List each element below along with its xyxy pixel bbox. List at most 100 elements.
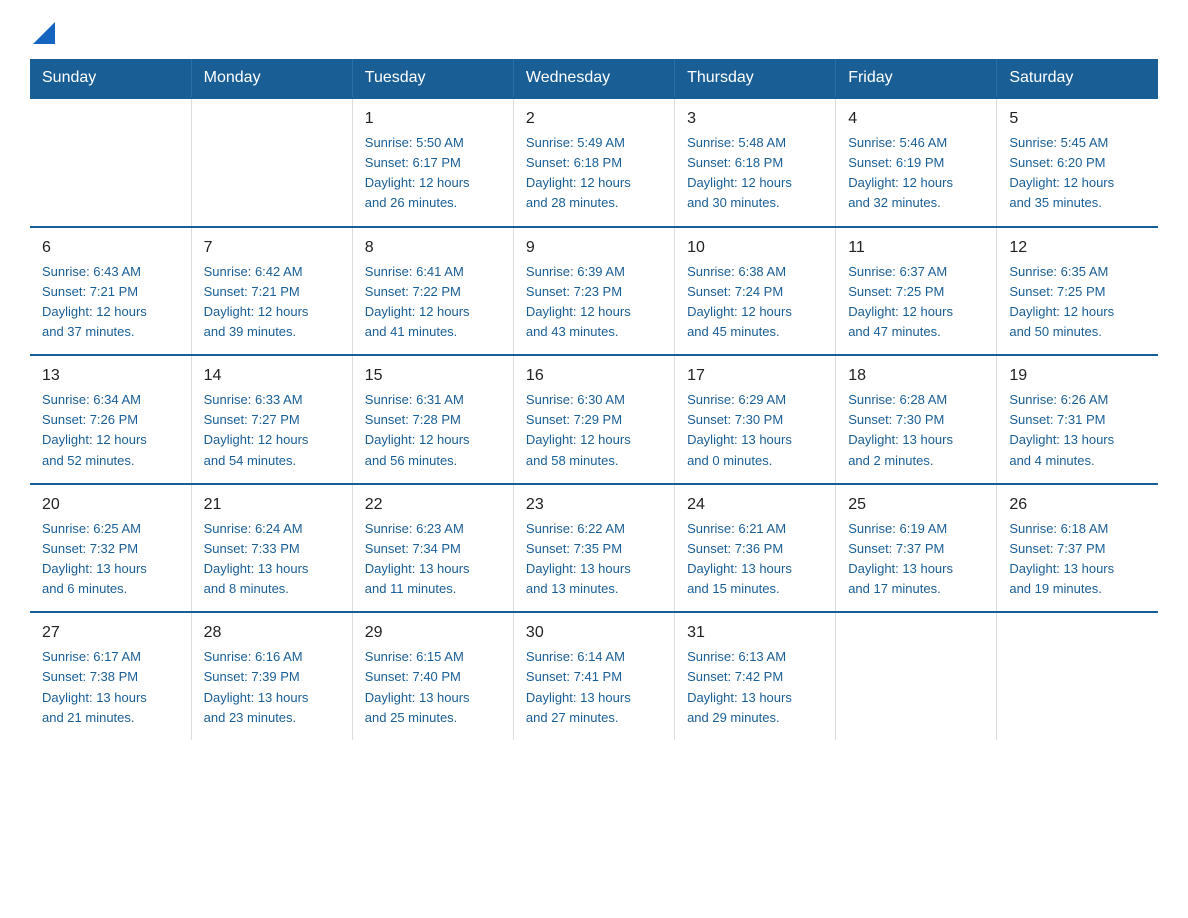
day-number: 16 — [526, 364, 662, 388]
calendar-cell: 22Sunrise: 6:23 AMSunset: 7:34 PMDayligh… — [352, 484, 513, 613]
calendar-cell: 26Sunrise: 6:18 AMSunset: 7:37 PMDayligh… — [997, 484, 1158, 613]
day-number: 5 — [1009, 107, 1146, 131]
day-number: 30 — [526, 621, 662, 645]
week-row-4: 20Sunrise: 6:25 AMSunset: 7:32 PMDayligh… — [30, 484, 1158, 613]
week-row-2: 6Sunrise: 6:43 AMSunset: 7:21 PMDaylight… — [30, 227, 1158, 356]
calendar-cell: 19Sunrise: 6:26 AMSunset: 7:31 PMDayligh… — [997, 355, 1158, 484]
day-info: Sunrise: 6:13 AMSunset: 7:42 PMDaylight:… — [687, 647, 823, 728]
col-header-thursday: Thursday — [675, 59, 836, 98]
calendar-body: 1Sunrise: 5:50 AMSunset: 6:17 PMDaylight… — [30, 98, 1158, 740]
day-info: Sunrise: 6:23 AMSunset: 7:34 PMDaylight:… — [365, 519, 501, 600]
day-info: Sunrise: 6:21 AMSunset: 7:36 PMDaylight:… — [687, 519, 823, 600]
calendar-cell: 12Sunrise: 6:35 AMSunset: 7:25 PMDayligh… — [997, 227, 1158, 356]
calendar-cell — [191, 98, 352, 227]
calendar-cell: 28Sunrise: 6:16 AMSunset: 7:39 PMDayligh… — [191, 612, 352, 740]
calendar-cell: 17Sunrise: 6:29 AMSunset: 7:30 PMDayligh… — [675, 355, 836, 484]
day-info: Sunrise: 6:25 AMSunset: 7:32 PMDaylight:… — [42, 519, 179, 600]
calendar-cell — [836, 612, 997, 740]
calendar-cell: 9Sunrise: 6:39 AMSunset: 7:23 PMDaylight… — [513, 227, 674, 356]
week-row-5: 27Sunrise: 6:17 AMSunset: 7:38 PMDayligh… — [30, 612, 1158, 740]
calendar-header: SundayMondayTuesdayWednesdayThursdayFrid… — [30, 59, 1158, 98]
day-info: Sunrise: 6:19 AMSunset: 7:37 PMDaylight:… — [848, 519, 984, 600]
calendar-cell: 18Sunrise: 6:28 AMSunset: 7:30 PMDayligh… — [836, 355, 997, 484]
day-info: Sunrise: 5:50 AMSunset: 6:17 PMDaylight:… — [365, 133, 501, 214]
day-info: Sunrise: 5:49 AMSunset: 6:18 PMDaylight:… — [526, 133, 662, 214]
day-info: Sunrise: 6:31 AMSunset: 7:28 PMDaylight:… — [365, 390, 501, 471]
calendar-cell: 8Sunrise: 6:41 AMSunset: 7:22 PMDaylight… — [352, 227, 513, 356]
day-info: Sunrise: 6:38 AMSunset: 7:24 PMDaylight:… — [687, 262, 823, 343]
logo-triangle-icon — [33, 22, 55, 44]
calendar-cell: 1Sunrise: 5:50 AMSunset: 6:17 PMDaylight… — [352, 98, 513, 227]
calendar-cell: 27Sunrise: 6:17 AMSunset: 7:38 PMDayligh… — [30, 612, 191, 740]
day-info: Sunrise: 6:41 AMSunset: 7:22 PMDaylight:… — [365, 262, 501, 343]
day-number: 4 — [848, 107, 984, 131]
day-info: Sunrise: 6:28 AMSunset: 7:30 PMDaylight:… — [848, 390, 984, 471]
calendar-cell: 21Sunrise: 6:24 AMSunset: 7:33 PMDayligh… — [191, 484, 352, 613]
day-info: Sunrise: 6:30 AMSunset: 7:29 PMDaylight:… — [526, 390, 662, 471]
header — [30, 20, 1158, 49]
day-number: 9 — [526, 236, 662, 260]
day-info: Sunrise: 6:15 AMSunset: 7:40 PMDaylight:… — [365, 647, 501, 728]
day-number: 12 — [1009, 236, 1146, 260]
calendar-cell: 4Sunrise: 5:46 AMSunset: 6:19 PMDaylight… — [836, 98, 997, 227]
day-info: Sunrise: 6:16 AMSunset: 7:39 PMDaylight:… — [204, 647, 340, 728]
day-info: Sunrise: 6:26 AMSunset: 7:31 PMDaylight:… — [1009, 390, 1146, 471]
day-number: 1 — [365, 107, 501, 131]
day-number: 14 — [204, 364, 340, 388]
calendar-cell: 10Sunrise: 6:38 AMSunset: 7:24 PMDayligh… — [675, 227, 836, 356]
calendar-cell: 3Sunrise: 5:48 AMSunset: 6:18 PMDaylight… — [675, 98, 836, 227]
day-number: 17 — [687, 364, 823, 388]
day-number: 28 — [204, 621, 340, 645]
day-number: 20 — [42, 493, 179, 517]
day-number: 10 — [687, 236, 823, 260]
calendar-cell: 7Sunrise: 6:42 AMSunset: 7:21 PMDaylight… — [191, 227, 352, 356]
calendar-cell: 13Sunrise: 6:34 AMSunset: 7:26 PMDayligh… — [30, 355, 191, 484]
calendar-cell: 2Sunrise: 5:49 AMSunset: 6:18 PMDaylight… — [513, 98, 674, 227]
col-header-friday: Friday — [836, 59, 997, 98]
day-number: 31 — [687, 621, 823, 645]
calendar-table: SundayMondayTuesdayWednesdayThursdayFrid… — [30, 59, 1158, 740]
day-number: 13 — [42, 364, 179, 388]
day-info: Sunrise: 6:39 AMSunset: 7:23 PMDaylight:… — [526, 262, 662, 343]
day-number: 24 — [687, 493, 823, 517]
col-header-wednesday: Wednesday — [513, 59, 674, 98]
day-info: Sunrise: 6:37 AMSunset: 7:25 PMDaylight:… — [848, 262, 984, 343]
day-headers-row: SundayMondayTuesdayWednesdayThursdayFrid… — [30, 59, 1158, 98]
col-header-tuesday: Tuesday — [352, 59, 513, 98]
calendar-cell: 24Sunrise: 6:21 AMSunset: 7:36 PMDayligh… — [675, 484, 836, 613]
day-number: 18 — [848, 364, 984, 388]
day-number: 27 — [42, 621, 179, 645]
day-info: Sunrise: 6:22 AMSunset: 7:35 PMDaylight:… — [526, 519, 662, 600]
col-header-saturday: Saturday — [997, 59, 1158, 98]
day-number: 3 — [687, 107, 823, 131]
day-info: Sunrise: 6:18 AMSunset: 7:37 PMDaylight:… — [1009, 519, 1146, 600]
day-info: Sunrise: 6:33 AMSunset: 7:27 PMDaylight:… — [204, 390, 340, 471]
calendar-cell — [997, 612, 1158, 740]
calendar-cell: 6Sunrise: 6:43 AMSunset: 7:21 PMDaylight… — [30, 227, 191, 356]
calendar-cell: 20Sunrise: 6:25 AMSunset: 7:32 PMDayligh… — [30, 484, 191, 613]
day-info: Sunrise: 6:24 AMSunset: 7:33 PMDaylight:… — [204, 519, 340, 600]
day-number: 6 — [42, 236, 179, 260]
day-number: 2 — [526, 107, 662, 131]
day-number: 19 — [1009, 364, 1146, 388]
day-number: 22 — [365, 493, 501, 517]
day-number: 7 — [204, 236, 340, 260]
col-header-monday: Monday — [191, 59, 352, 98]
day-info: Sunrise: 6:17 AMSunset: 7:38 PMDaylight:… — [42, 647, 179, 728]
calendar-cell: 25Sunrise: 6:19 AMSunset: 7:37 PMDayligh… — [836, 484, 997, 613]
calendar-cell: 30Sunrise: 6:14 AMSunset: 7:41 PMDayligh… — [513, 612, 674, 740]
day-number: 26 — [1009, 493, 1146, 517]
day-number: 15 — [365, 364, 501, 388]
calendar-cell: 5Sunrise: 5:45 AMSunset: 6:20 PMDaylight… — [997, 98, 1158, 227]
day-info: Sunrise: 6:34 AMSunset: 7:26 PMDaylight:… — [42, 390, 179, 471]
day-info: Sunrise: 6:35 AMSunset: 7:25 PMDaylight:… — [1009, 262, 1146, 343]
day-number: 21 — [204, 493, 340, 517]
day-info: Sunrise: 6:29 AMSunset: 7:30 PMDaylight:… — [687, 390, 823, 471]
calendar-cell — [30, 98, 191, 227]
calendar-cell: 11Sunrise: 6:37 AMSunset: 7:25 PMDayligh… — [836, 227, 997, 356]
calendar-cell: 16Sunrise: 6:30 AMSunset: 7:29 PMDayligh… — [513, 355, 674, 484]
day-number: 29 — [365, 621, 501, 645]
day-info: Sunrise: 6:14 AMSunset: 7:41 PMDaylight:… — [526, 647, 662, 728]
calendar-cell: 29Sunrise: 6:15 AMSunset: 7:40 PMDayligh… — [352, 612, 513, 740]
day-number: 8 — [365, 236, 501, 260]
